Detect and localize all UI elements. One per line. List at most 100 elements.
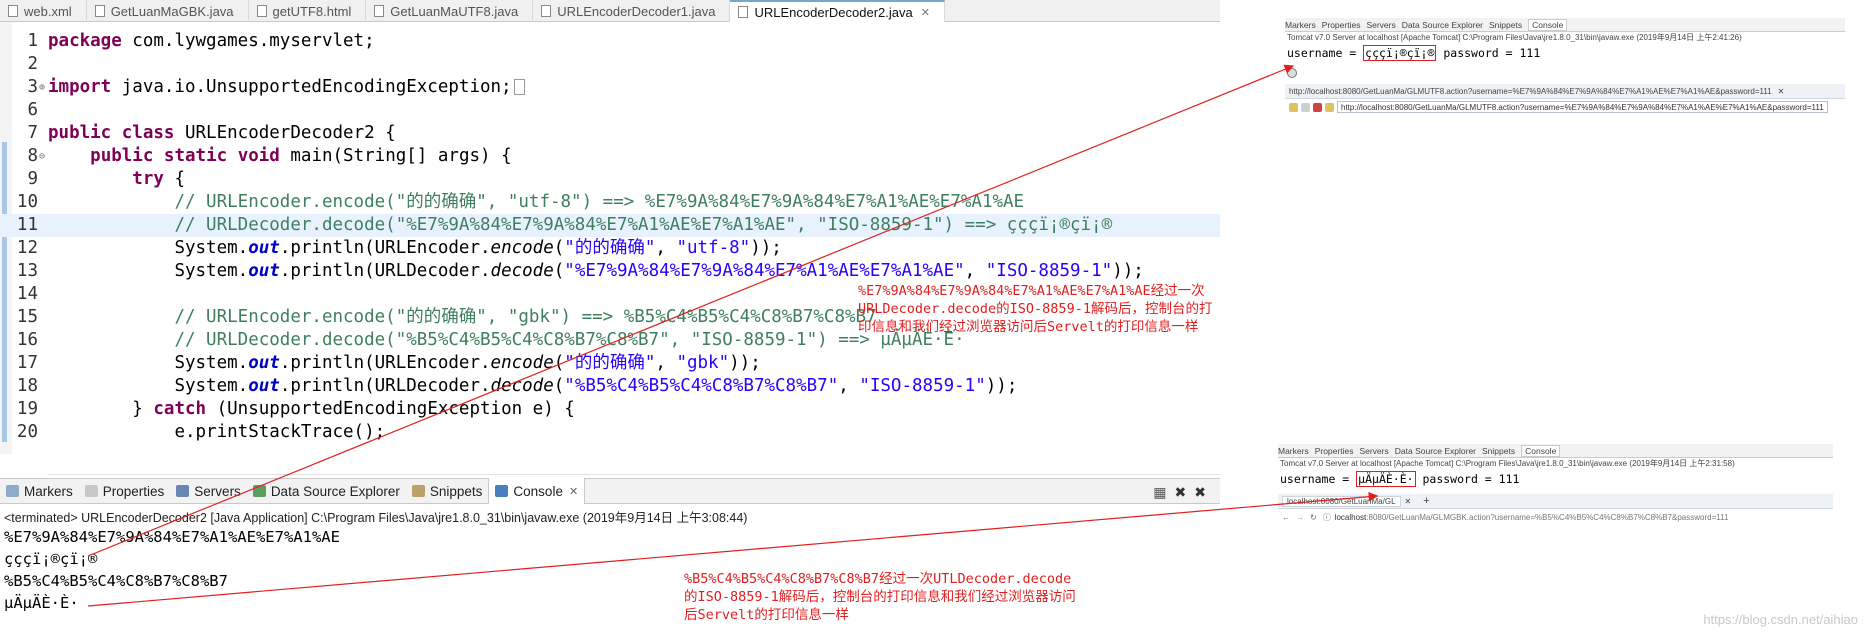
close-icon[interactable]: ✕ — [569, 485, 578, 498]
code-text: .println(URLDecoder. — [279, 376, 491, 396]
keyword: public — [48, 123, 112, 143]
inset-browser-tab: localhost:8080/GetLuanMa/GL ✕ + — [1278, 494, 1833, 509]
line-number: 17 — [16, 353, 38, 373]
static-field: out — [248, 238, 280, 258]
inset-console-status: Tomcat v7.0 Server at localhost [Apache … — [1280, 459, 1735, 468]
output-label: username = — [1280, 472, 1357, 486]
tab-markers[interactable]: Markers — [0, 478, 79, 504]
tab-label: Properties — [102, 483, 165, 499]
tab-label: Console — [513, 483, 563, 499]
editor-tab-label: web.xml — [24, 3, 72, 19]
java-file-icon — [541, 5, 552, 17]
tab-label: Servers — [1366, 19, 1396, 30]
editor-tab[interactable]: URLEncoderDecoder1.java — [533, 0, 731, 22]
refresh-icon: ↻ — [1310, 512, 1317, 522]
line-number: 7 — [27, 123, 38, 143]
tab-label: Markers — [1285, 19, 1316, 30]
tab-data-source-explorer[interactable]: Data Source Explorer — [247, 478, 406, 504]
line-number: 1 — [27, 31, 38, 51]
static-method: decode — [490, 261, 554, 281]
tab-label: Console — [1528, 18, 1568, 31]
line-number: 13 — [16, 261, 38, 281]
tab-label: Servers — [1359, 445, 1389, 456]
snippets-icon — [411, 485, 425, 497]
panel-tab-bar: Markers Properties Servers Data Source E… — [0, 478, 1220, 504]
console-icon — [495, 485, 509, 497]
code-editor[interactable]: 1 package com.lywgames.myservlet; 2 3 ⊕ imp… — [0, 22, 1220, 488]
console-line: µÄµÄÈ·È· — [4, 594, 79, 612]
folded-code-icon[interactable] — [513, 79, 525, 95]
utf8-screenshot-inset: Markers Properties Servers Data Source E… — [1285, 18, 1845, 128]
xml-file-icon — [8, 5, 18, 17]
close-icon[interactable]: ✕ — [921, 6, 930, 19]
code-text: System. — [174, 238, 249, 258]
tab-label: Properties — [1314, 445, 1354, 456]
editor-tab[interactable]: web.xml — [0, 0, 87, 22]
code-text: , — [655, 353, 677, 373]
keyword: public — [90, 146, 154, 166]
keyword: package — [48, 31, 122, 51]
inset-browser-bar: http://localhost:8080/GetLuanMa/GLMUTF8.… — [1285, 99, 1845, 115]
code-line: 8 ⊖ public static void main(String[] args… — [0, 145, 1220, 168]
highlighted-output-value: µÄµÄÈ·È· — [1356, 471, 1416, 487]
inset-console-output: username = µÄµÄÈ·È· password = 111 — [1278, 470, 1833, 488]
string-literal: "的的确确" — [564, 238, 656, 258]
code-line: 20 e.printStackTrace(); — [0, 421, 1220, 444]
keyword: class — [121, 123, 175, 143]
browser-url-host: localhost — [1334, 512, 1367, 522]
remove-all-icon[interactable]: ✖ — [1194, 484, 1214, 500]
static-field: out — [248, 353, 280, 373]
collapse-icon[interactable]: ⊖ — [39, 145, 45, 168]
close-icon: ✕ — [1404, 496, 1412, 506]
code-text: (UnsupportedEncodingException e) { — [206, 399, 575, 419]
code-text: )); — [729, 353, 761, 373]
code-line: 17 System.out.println(URLEncoder.encode(… — [0, 352, 1220, 375]
editor-tab-active[interactable]: URLEncoderDecoder2.java ✕ — [730, 0, 945, 22]
tab-console[interactable]: Console ✕ — [488, 478, 586, 504]
editor-tab[interactable]: getUTF8.html — [249, 0, 367, 22]
tab-label: Snippets — [1482, 445, 1516, 456]
gbk-screenshot-inset: Markers Properties Servers Data Source E… — [1278, 444, 1833, 542]
console-line: %B5%C4%B5%C4%C8%B7%C8%B7 — [4, 572, 228, 590]
editor-tab[interactable]: GetLuanMaUTF8.java — [366, 0, 534, 22]
code-lines: 1 package com.lywgames.myservlet; 2 3 ⊕ imp… — [0, 30, 1220, 444]
tab-label: Data Source Explorer — [270, 483, 400, 499]
browser-url-path: :8080/GetLuanMa/GLMGBK.action?username=%… — [1366, 512, 1729, 522]
line-number: 16 — [16, 330, 38, 350]
code-text: .println(URLEncoder. — [279, 238, 491, 258]
tab-servers[interactable]: Servers — [170, 478, 247, 504]
line-number: 8 — [27, 146, 38, 166]
keyword: static — [163, 146, 228, 166]
tab-properties[interactable]: Properties — [79, 478, 171, 504]
output-label: username = — [1287, 46, 1364, 60]
back-icon — [1289, 102, 1298, 112]
line-number: 2 — [27, 54, 38, 74]
tab-snippets[interactable]: Snippets — [406, 478, 489, 504]
highlighted-output-value: çççï¡®çï¡® — [1363, 45, 1437, 61]
remove-launch-icon[interactable]: ✖ — [1175, 484, 1195, 500]
inset-browser-bar: ← → ↻ ⓘ localhost:8080/GetLuanMa/GLMGBK.… — [1278, 509, 1833, 525]
static-method: encode — [490, 353, 554, 373]
info-icon: ⓘ — [1322, 512, 1331, 522]
inset-tab-bar: Markers Properties Servers Data Source E… — [1285, 18, 1845, 32]
comment: // URLEncoder.encode("的的确确", "gbk") ==> … — [174, 307, 877, 327]
stop-icon — [1313, 102, 1322, 112]
code-text: } — [132, 399, 154, 419]
editor-tab-label: GetLuanMaGBK.java — [110, 3, 234, 19]
editor-tab-label: URLEncoderDecoder1.java — [557, 3, 716, 19]
browser-url: http://localhost:8080/GetLuanMa/GLMUTF8.… — [1337, 101, 1828, 113]
code-text: )); — [985, 376, 1018, 396]
string-literal: "%E7%9A%84%E7%9A%84%E7%A1%AE%E7%A1%AE" — [564, 261, 965, 281]
output-rest: password = 111 — [1436, 46, 1541, 60]
java-file-icon — [738, 6, 749, 18]
code-line: 10 // URLEncoder.encode("的的确确", "utf-8")… — [0, 191, 1220, 214]
expand-icon[interactable]: ⊕ — [39, 76, 45, 99]
browser-tab-title: http://localhost:8080/GetLuanMa/GLMUTF8.… — [1289, 86, 1772, 96]
clear-console-icon[interactable]: ▦ — [1153, 484, 1174, 500]
line-number: 10 — [16, 192, 38, 212]
editor-tab[interactable]: GetLuanMaGBK.java — [87, 0, 249, 22]
editor-tab-label: getUTF8.html — [272, 3, 352, 19]
console-line: %E7%9A%84%E7%9A%84%E7%A1%AE%E7%A1%AE — [4, 528, 340, 546]
tab-label: Data Source Explorer — [1394, 445, 1477, 456]
code-text: ( — [553, 376, 565, 396]
